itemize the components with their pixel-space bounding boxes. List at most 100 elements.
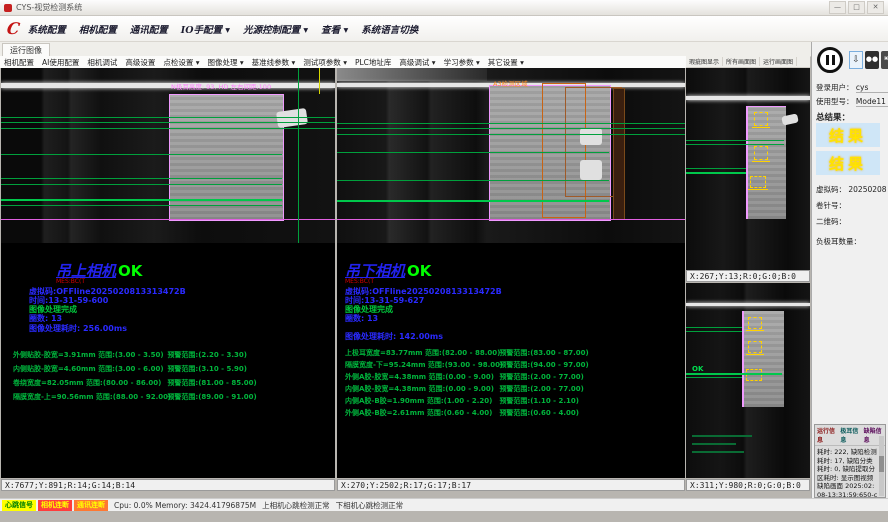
thumbnail-view-bottom[interactable]: OK (686, 283, 810, 478)
guide-line (686, 168, 746, 169)
guide-line (686, 172, 746, 174)
measurement-warn-range: 预警范围:(2.20 - 3.30) (167, 351, 247, 359)
guide-line (686, 331, 742, 332)
status-badge: 通讯连断 (74, 500, 108, 511)
window-title: CYS-视觉检测系统 (16, 2, 82, 13)
virtual-code-label: 虚拟码： (816, 185, 846, 194)
status-bar: 心跳信号相机连断通讯连断 Cpu: 0.0% Memory: 3424.4179… (0, 498, 888, 511)
info-tab[interactable]: 极耳信息 (840, 426, 859, 444)
guide-line (1, 205, 282, 206)
thumbnail-tab[interactable]: 瑕疵图显示 (686, 57, 723, 66)
baseline-magenta (337, 219, 685, 220)
result-ok: OK (118, 262, 142, 280)
toolbar-item[interactable]: PLC地址库 (355, 57, 391, 68)
minimize-icon[interactable]: — (829, 1, 846, 14)
menu-item[interactable]: 光源控制配置 ▾ (243, 22, 308, 36)
login-user-label: 登录用户： (816, 83, 854, 92)
menu-item[interactable]: 系统配置 (28, 22, 66, 36)
measurement-row: 外侧A胶-胶宽=4.38mm 范围:(0.00 - 9.00) 预警范围:(2.… (345, 371, 589, 383)
guide-line (337, 128, 685, 129)
defect-marker-text (752, 161, 770, 162)
login-user-value: cys (856, 83, 888, 93)
reflection-blob (580, 160, 602, 180)
process-elapsed: 图像处理耗时: 142.00ms (345, 331, 443, 342)
menu-bar: C 系统配置相机配置通讯配置 IO手配置 ▾ 光源控制配置 ▾ 查看 ▾ 系统语言切换 (0, 16, 888, 42)
guide-line (686, 140, 784, 141)
overexposed-band (686, 303, 810, 306)
monitor-button[interactable]: ●● (865, 51, 879, 69)
mes-tag: MES:BC(T (345, 278, 374, 285)
machine-post (613, 88, 625, 220)
pause-button[interactable] (817, 47, 843, 73)
measurement-warn-range: 预警范围:(1.10 - 2.10) (499, 397, 579, 405)
guide-line (686, 373, 782, 375)
measurement-row: 隔膜宽度-上=90.56mm 范围:(88.00 - 92.00) 预警范围:(… (13, 390, 257, 404)
info-tab[interactable]: 运行信息 (817, 426, 836, 444)
menu-item[interactable]: 系统语言切换 (361, 22, 418, 36)
reflection-blob (580, 128, 602, 145)
top-camera-heartbeat: 上相机心跳检测正常 (262, 500, 330, 511)
toolbar-item[interactable]: 相机配置 (4, 57, 34, 68)
defect-marker-text (752, 127, 770, 128)
qr-code-label: 二维码： (816, 217, 846, 226)
title-bar: CYS-视觉检测系统 — □ ✕ (0, 0, 888, 16)
measurement-value: 外侧A胶-B胶=2.61mm 范围:(0.60 - 4.00) (345, 407, 497, 419)
toolbar-item[interactable]: 点检设置 ▾ (163, 57, 199, 68)
scrollbar-thumb[interactable] (879, 456, 884, 472)
close-icon[interactable]: ✕ (867, 1, 884, 14)
camera-view-bottom[interactable]: A3检测区域 吊下相机OK MES:BC(T 虚拟码:OFFline202502… (337, 68, 685, 478)
thumbnail-view-top[interactable] (686, 68, 810, 270)
toolbar: 相机配置 AI使用配置相机调试高级设置点检设置 ▾ 图像处理 ▾ 基准线参数 ▾ 测试项… (0, 56, 686, 68)
menu-item[interactable]: 通讯配置 (130, 22, 168, 36)
measurement-row: 上极耳宽度=83.77mm 范围:(82.00 - 88.00) 预警范围:(8… (345, 347, 589, 359)
guide-line (686, 327, 742, 328)
maximize-icon[interactable]: □ (848, 1, 865, 14)
guide-line (1, 178, 282, 179)
measurement-warn-range: 预警范围:(0.60 - 4.00) (499, 409, 579, 417)
status-badge: 相机连断 (38, 500, 72, 511)
toolbar-item[interactable]: 高级调试 ▾ (399, 57, 435, 68)
menu-item[interactable]: IO手配置 ▾ (181, 22, 230, 36)
toolbar-item[interactable]: 其它设置 ▾ (488, 57, 524, 68)
measurement-list: 外侧贴胶-胶宽=3.91mm 范围:(3.00 - 3.50) 预警范围:(2.… (13, 348, 257, 404)
baseline-magenta (1, 219, 335, 220)
measurement-warn-range: 预警范围:(89.00 - 91.00) (167, 393, 256, 401)
toolbar-item[interactable]: 基准线参数 ▾ (252, 57, 296, 68)
guide-line (1, 154, 282, 155)
menu-item[interactable]: 查看 ▾ (321, 22, 348, 36)
toolbar-item[interactable]: 高级设置 (125, 57, 155, 68)
total-result-label: 总结果： (816, 111, 850, 123)
thumbnail-tab[interactable]: 运行画面图 (760, 57, 797, 66)
measurement-row: 内侧A胶-B胶=1.90mm 范围:(1.00 - 2.20) 预警范围:(1.… (345, 395, 589, 407)
turn-count: 圈数: 13 (345, 313, 378, 324)
menu-item[interactable]: 相机配置 (79, 22, 117, 36)
measurement-value: 隔膜宽度-下=95.24mm 范围:(93.00 - 98.00) (345, 359, 497, 371)
info-scrollbar[interactable] (879, 436, 884, 496)
guide-line (1, 184, 282, 185)
guide-line (337, 152, 609, 153)
save-image-button[interactable]: ⇩ (849, 51, 863, 69)
thumbnail-tab[interactable]: 所有画面图 (723, 57, 760, 66)
camera-view-top[interactable]: N极耳高度: 93, HD 左右间距:100 吊上相机OK MES:BC(T 虚… (1, 68, 335, 478)
bottom-camera-heartbeat: 下相机心跳检测正常 (336, 500, 404, 511)
guide-line (337, 180, 609, 181)
measurement-value: 外侧贴胶-胶宽=3.91mm 范围:(3.00 - 3.50) (13, 348, 165, 362)
app-logo-icon: C (6, 19, 21, 38)
log-text-lines (692, 435, 752, 437)
toolbar-item[interactable]: 图像处理 ▾ (208, 57, 244, 68)
model-row: 使用型号： Mode11 (816, 96, 888, 107)
toolbar-item[interactable]: 学习参数 ▾ (444, 57, 480, 68)
toolbar-item[interactable]: AI使用配置 (42, 57, 79, 68)
toolbar-item[interactable]: 测试项参数 ▾ (303, 57, 347, 68)
result-annotation: OK (692, 365, 703, 373)
logout-button[interactable]: ⇤ (881, 51, 888, 69)
camera-top-pixel-status: X:7677;Y:891;R:14;G:14;B:14 (1, 479, 335, 491)
camera-image-background (1, 68, 335, 243)
toolbar-item[interactable]: 相机调试 (87, 57, 117, 68)
tab-run-image[interactable]: 运行图像 (2, 43, 50, 57)
guide-line (337, 123, 685, 124)
result-display-1: 结果 (816, 123, 880, 147)
virtual-code-value: 20250208 (848, 185, 886, 194)
info-log-panel: 运行信息极耳信息缺陷信息 耗时: 222, 缺陷检测耗时: 17, 缺陷分类耗时… (814, 424, 886, 498)
result-display-2: 结果 (816, 151, 880, 175)
